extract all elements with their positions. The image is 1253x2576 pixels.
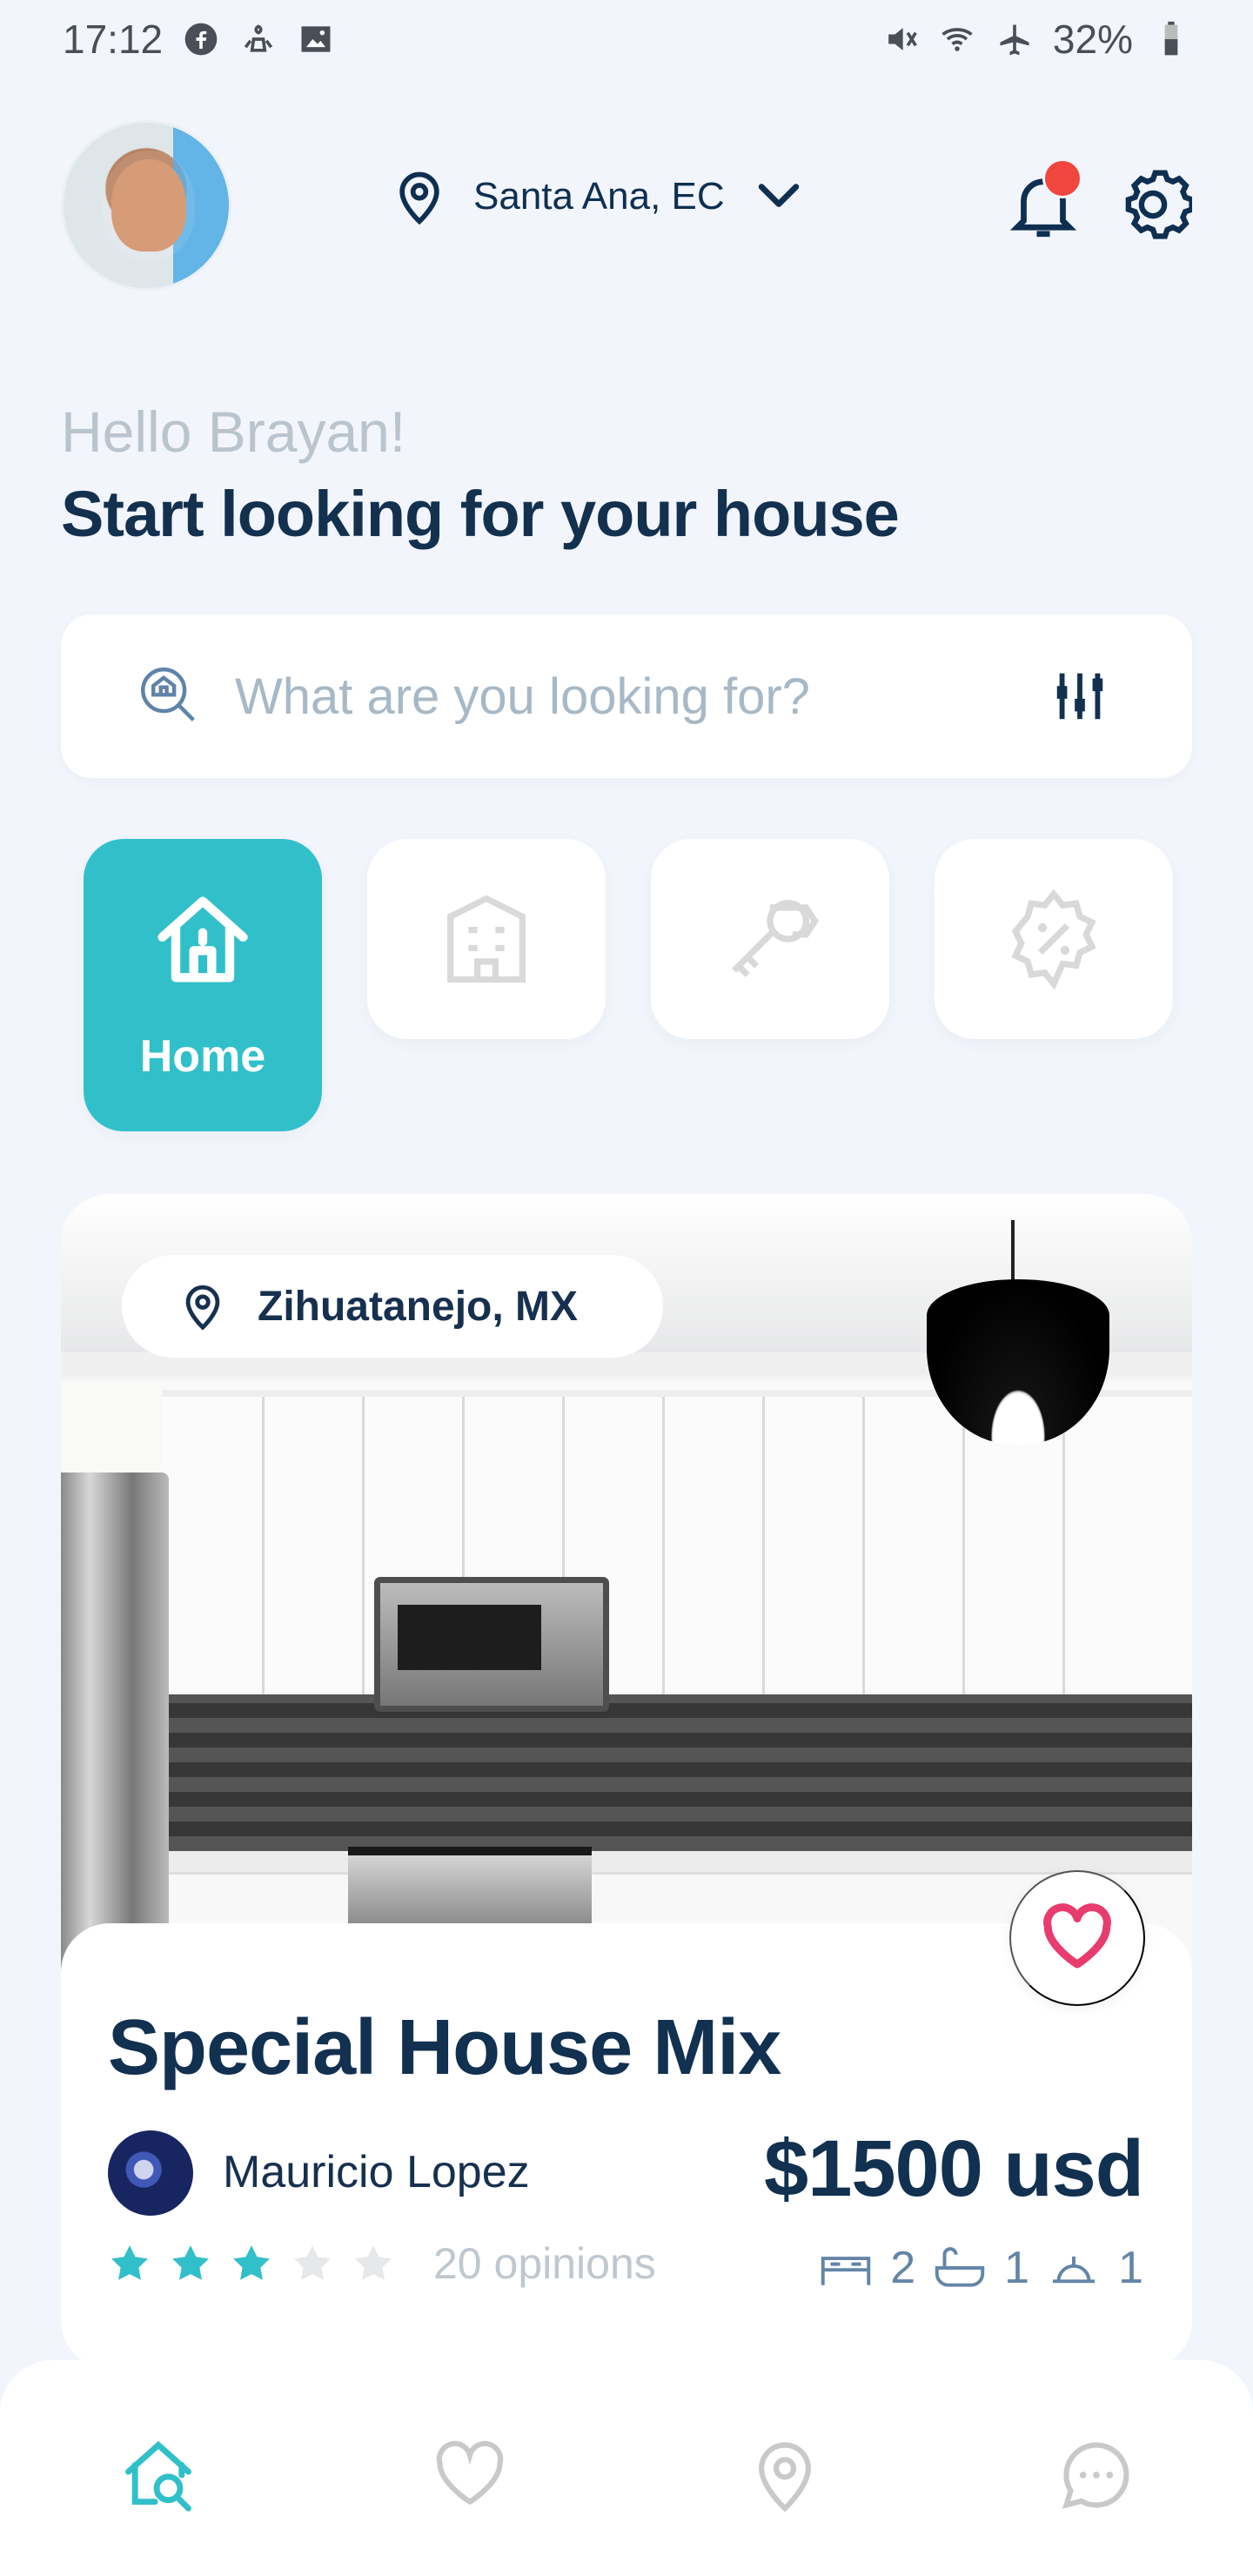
star-filled-icon xyxy=(111,2245,148,2280)
nav-home-search[interactable] xyxy=(118,2435,198,2515)
heart-icon xyxy=(1043,1903,1111,1969)
host-name: Mauricio Lopez xyxy=(223,2147,530,2197)
status-bar: 17:12 32% xyxy=(0,0,1253,78)
property-location-badge: Zihuatanejo, MX xyxy=(122,1255,663,1358)
facebook-icon xyxy=(184,23,218,56)
keys-icon xyxy=(732,900,820,977)
airplane-icon xyxy=(1000,24,1029,56)
nav-favorites[interactable] xyxy=(430,2435,510,2515)
star-empty-icon xyxy=(294,2245,331,2280)
home-search-icon xyxy=(125,2440,191,2512)
property-features: 2 1 1 xyxy=(815,2242,1143,2294)
heart-icon xyxy=(436,2440,504,2506)
kitchen-photo: Zihuatanejo, MX xyxy=(61,1194,1192,1977)
host-avatar xyxy=(108,2130,193,2216)
image-icon xyxy=(301,26,331,52)
kitchen-bell-icon xyxy=(1053,2256,1096,2284)
kitchens-count: 1 xyxy=(1118,2243,1143,2293)
category-home-label: Home xyxy=(139,1031,266,1082)
location-pin-icon xyxy=(759,2442,811,2512)
mute-icon xyxy=(888,28,917,50)
location-pin-icon xyxy=(399,171,439,225)
search-input[interactable] xyxy=(235,667,1001,726)
photo-backsplash xyxy=(162,1694,1192,1851)
photo-fridge xyxy=(61,1472,169,1977)
chevron-down-icon xyxy=(758,184,799,207)
star-empty-icon xyxy=(355,2245,392,2280)
bedrooms-count: 2 xyxy=(890,2243,916,2293)
photo-counter xyxy=(131,1851,1192,1872)
bed-icon xyxy=(821,2257,871,2285)
photo-pendant-lamp xyxy=(905,1220,1122,1464)
battery-text: 32% xyxy=(1052,17,1133,62)
star-filled-icon xyxy=(172,2245,209,2280)
category-keys[interactable] xyxy=(651,839,889,1039)
filters-icon[interactable] xyxy=(1049,661,1110,732)
notification-badge xyxy=(1042,158,1082,198)
bottom-navigation xyxy=(0,2360,1253,2576)
property-title: Special House Mix xyxy=(108,2004,781,2091)
star-filled-icon xyxy=(233,2245,270,2280)
search-bar[interactable] xyxy=(61,614,1192,778)
bathrooms-count: 1 xyxy=(1004,2243,1030,2293)
favorite-button[interactable] xyxy=(1009,1870,1145,2006)
location-selector[interactable]: Santa Ana, EC xyxy=(390,167,808,226)
home-icon xyxy=(157,896,248,983)
property-location: Zihuatanejo, MX xyxy=(258,1283,579,1330)
discount-icon xyxy=(1011,889,1096,990)
app-icon xyxy=(244,24,273,52)
wifi-icon xyxy=(941,28,973,51)
user-avatar[interactable] xyxy=(61,120,231,291)
building-icon xyxy=(447,895,526,983)
opinions-count: 20 opinions xyxy=(433,2239,656,2288)
notifications-button[interactable] xyxy=(1004,158,1082,251)
nav-map[interactable] xyxy=(745,2435,825,2515)
settings-gear-icon[interactable] xyxy=(1114,165,1192,244)
greeting-text: Hello Brayan! xyxy=(61,399,406,464)
status-left: 17:12 xyxy=(63,16,335,63)
header: Santa Ana, EC xyxy=(61,120,1192,291)
selected-location: Santa Ana, EC xyxy=(473,175,725,218)
property-price: $1500 usd xyxy=(764,2124,1144,2213)
chat-icon xyxy=(1062,2442,1129,2509)
location-pin-icon xyxy=(185,1285,220,1331)
category-building[interactable] xyxy=(367,839,606,1039)
page-title: Start looking for your house xyxy=(61,478,900,550)
property-info: Special House Mix Mauricio Lopez $1500 u… xyxy=(61,1923,1192,2369)
home-search-icon xyxy=(141,667,195,721)
bathtub-icon xyxy=(935,2247,985,2287)
nav-messages[interactable] xyxy=(1056,2435,1136,2515)
photo-microwave xyxy=(374,1577,609,1712)
rating: 20 opinions xyxy=(108,2238,656,2289)
battery-icon xyxy=(1164,21,1178,56)
status-time: 17:12 xyxy=(63,17,164,62)
category-tabs: Home xyxy=(84,839,1173,1131)
category-discounts[interactable] xyxy=(935,839,1173,1039)
status-right: 32% xyxy=(881,16,1190,63)
property-card[interactable]: Zihuatanejo, MX Special House Mix Mauric… xyxy=(61,1194,1192,2369)
category-home[interactable]: Home xyxy=(84,839,322,1131)
